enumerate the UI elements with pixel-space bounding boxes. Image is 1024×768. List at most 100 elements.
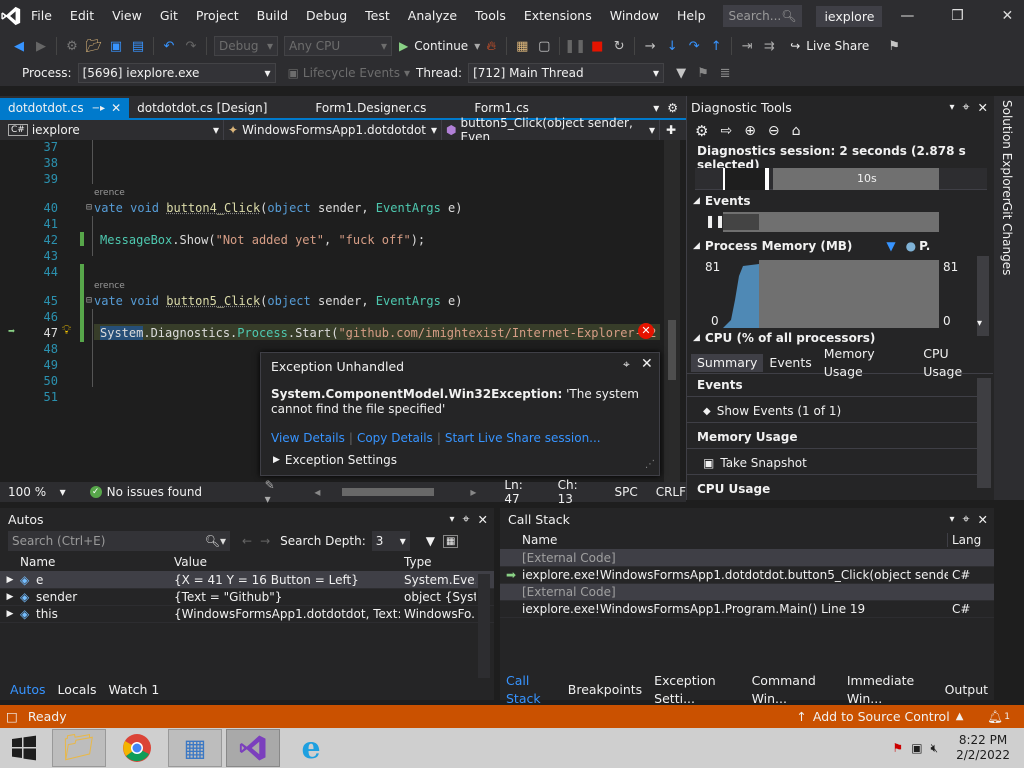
lightbulb-icon[interactable]: 💡︎ (62, 323, 71, 338)
export-icon[interactable]: ⇨ (720, 123, 732, 139)
filter-icon[interactable]: ▼ (670, 62, 692, 84)
close-icon[interactable]: ✕ (478, 512, 488, 527)
taskbar-control-panel[interactable]: ▦ (168, 729, 222, 767)
back-icon[interactable]: ◀ (8, 35, 30, 57)
tab-dotdotdot-design[interactable]: dotdotdot.cs [Design] (129, 98, 275, 118)
table-row[interactable]: ▶ ◈ sender {Text = "Github"} object {Sys… (0, 589, 494, 606)
variable-value[interactable]: {WindowsFormsApp1.dotdotdot, Text: O... (170, 607, 400, 621)
save-all-icon[interactable]: ▤ (127, 35, 149, 57)
scroll-left-icon[interactable]: ◂ (314, 485, 320, 499)
tab-breakpoints[interactable]: Breakpoints (562, 681, 648, 699)
process-combo[interactable]: [5696] iexplore.exe ▾ (77, 63, 276, 83)
menu-project[interactable]: Project (187, 0, 248, 32)
line-indicator[interactable]: Ln: 47 (504, 478, 541, 506)
reset-zoom-icon[interactable]: ⌂ (792, 123, 801, 139)
settings-icon[interactable]: ⚙ (667, 98, 678, 118)
column-header-lang[interactable]: Lang (948, 533, 981, 547)
zoom-in-icon[interactable]: ⊕ (744, 123, 756, 139)
close-icon[interactable]: ✕ (978, 512, 988, 527)
hot-reload-icon[interactable]: 🔥︎ (480, 35, 502, 57)
close-icon[interactable]: ✕ (111, 101, 121, 115)
menu-git[interactable]: Git (151, 0, 187, 32)
flag-icon[interactable]: ⚑ (692, 62, 714, 84)
show-events-link[interactable]: ◆ Show Events (1 of 1) (703, 404, 841, 418)
tab-immediate-window[interactable]: Immediate Win... (841, 672, 939, 708)
thread-combo[interactable]: [712] Main Thread ▾ (468, 63, 665, 83)
cpu-section-header[interactable]: ◢ CPU (% of all processors) (693, 331, 875, 345)
menu-test[interactable]: Test (356, 0, 399, 32)
tab-call-stack[interactable]: Call Stack (500, 672, 562, 708)
scrollbar-thumb[interactable] (668, 320, 676, 380)
error-icon[interactable]: ✕ (638, 323, 654, 339)
add-to-source-control-button[interactable]: ↑ Add to Source Control ▲ (796, 709, 963, 724)
menu-file[interactable]: File (22, 0, 61, 32)
configuration-combo[interactable]: Debug ▾ (214, 36, 278, 56)
member-combo[interactable]: ⬢ button5_Click(object sender, Even ▾ (442, 116, 660, 144)
timeline-ruler[interactable]: 10s (695, 168, 987, 190)
column-header-name[interactable]: Name (500, 532, 948, 547)
step-over-icon[interactable]: ↷ (683, 35, 705, 57)
tab-autos[interactable]: Autos (4, 681, 52, 699)
platform-combo[interactable]: Any CPU ▾ (284, 36, 392, 56)
events-section-header[interactable]: ◢ Events (693, 194, 751, 208)
close-icon[interactable]: ✕ (641, 356, 653, 372)
autos-scrollbar[interactable] (478, 574, 490, 678)
hex-icon[interactable]: ⇥ (736, 35, 758, 57)
tab-solution-explorer[interactable]: Solution Explorer (1000, 100, 1014, 203)
network-icon[interactable]: ▣ (911, 741, 922, 755)
copy-details-link[interactable]: Copy Details (357, 431, 433, 445)
visual-studio-logo-icon[interactable] (0, 0, 22, 32)
menu-build[interactable]: Build (248, 0, 297, 32)
close-icon[interactable]: ✕ (982, 8, 1024, 24)
threads-icon[interactable]: ⇉ (758, 35, 780, 57)
open-folder-icon[interactable]: 📂︎ (83, 35, 105, 57)
continue-button[interactable]: ▶ Continue ▾ (399, 39, 480, 53)
pin-icon[interactable]: ⌖ (462, 511, 469, 527)
new-project-icon[interactable]: ⚙ (61, 35, 83, 57)
tab-summary[interactable]: Summary (691, 353, 764, 372)
codelens-reference[interactable]: erence (94, 188, 125, 198)
tab-locals[interactable]: Locals (52, 681, 103, 699)
live-share-link[interactable]: Start Live Share session... (445, 431, 601, 445)
taskbar-internet-explorer[interactable]: e (284, 729, 338, 767)
restart-icon[interactable]: ↻ (608, 35, 630, 57)
save-icon[interactable]: ▣ (105, 35, 127, 57)
taskbar-file-explorer[interactable]: 📁︎ (52, 729, 106, 767)
column-indicator[interactable]: Ch: 13 (558, 478, 597, 506)
class-combo[interactable]: ✦ WindowsFormsApp1.dotdotdot ▾ (224, 120, 442, 140)
pin-icon[interactable]: ⌖ (623, 357, 630, 372)
expand-icon[interactable]: ▶ (0, 575, 20, 585)
tab-command-window[interactable]: Command Win... (746, 672, 841, 708)
feedback-icon[interactable]: ⚑ (883, 35, 905, 57)
table-row[interactable]: [External Code] (500, 550, 994, 567)
table-row[interactable]: ➡ iexplore.exe!WindowsFormsApp1.dotdotdo… (500, 567, 994, 584)
filter-triangle-icon[interactable]: ▼ (886, 239, 895, 253)
expand-icon[interactable]: ▶ (0, 609, 20, 619)
volume-muted-icon[interactable]: 🔇︎ (931, 741, 939, 756)
editor-vertical-scrollbar[interactable] (664, 140, 680, 482)
screen-icon[interactable]: ▢ (533, 35, 555, 57)
show-next-statement-icon[interactable]: → (639, 35, 661, 57)
tab-form1-designer[interactable]: Form1.Designer.cs (307, 98, 434, 118)
forward-icon[interactable]: ▶ (30, 35, 52, 57)
column-header-name[interactable]: Name (0, 555, 170, 569)
spacing-indicator[interactable]: SPC (614, 485, 637, 499)
menu-debug[interactable]: Debug (297, 0, 356, 32)
undo-icon[interactable]: ↶ (158, 35, 180, 57)
menu-edit[interactable]: Edit (61, 0, 103, 32)
brush-icon[interactable]: ✎ ▾ (265, 478, 285, 506)
browse-icon[interactable]: ▦ (511, 35, 533, 57)
redo-icon[interactable]: ↷ (180, 35, 202, 57)
lifecycle-events-button[interactable]: ▣ Lifecycle Events ▾ (288, 66, 410, 80)
scroll-right-icon[interactable]: ▸ (470, 485, 476, 499)
stop-icon[interactable]: ■ (586, 35, 608, 57)
forward-icon[interactable]: → (260, 534, 270, 548)
pause-icon[interactable]: ❚❚ (564, 35, 586, 57)
variable-value[interactable]: {Text = "Github"} (170, 590, 400, 604)
issues-indicator[interactable]: ✓ No issues found (89, 485, 249, 499)
maximize-icon[interactable]: ❒ (932, 8, 982, 24)
close-icon[interactable]: ✕ (978, 100, 988, 115)
search-depth-combo[interactable]: 3 ▾ (371, 531, 410, 551)
zoom-combo[interactable]: 100 % ▾ (0, 485, 70, 499)
pin-icon[interactable]: ⌖ (962, 511, 969, 527)
